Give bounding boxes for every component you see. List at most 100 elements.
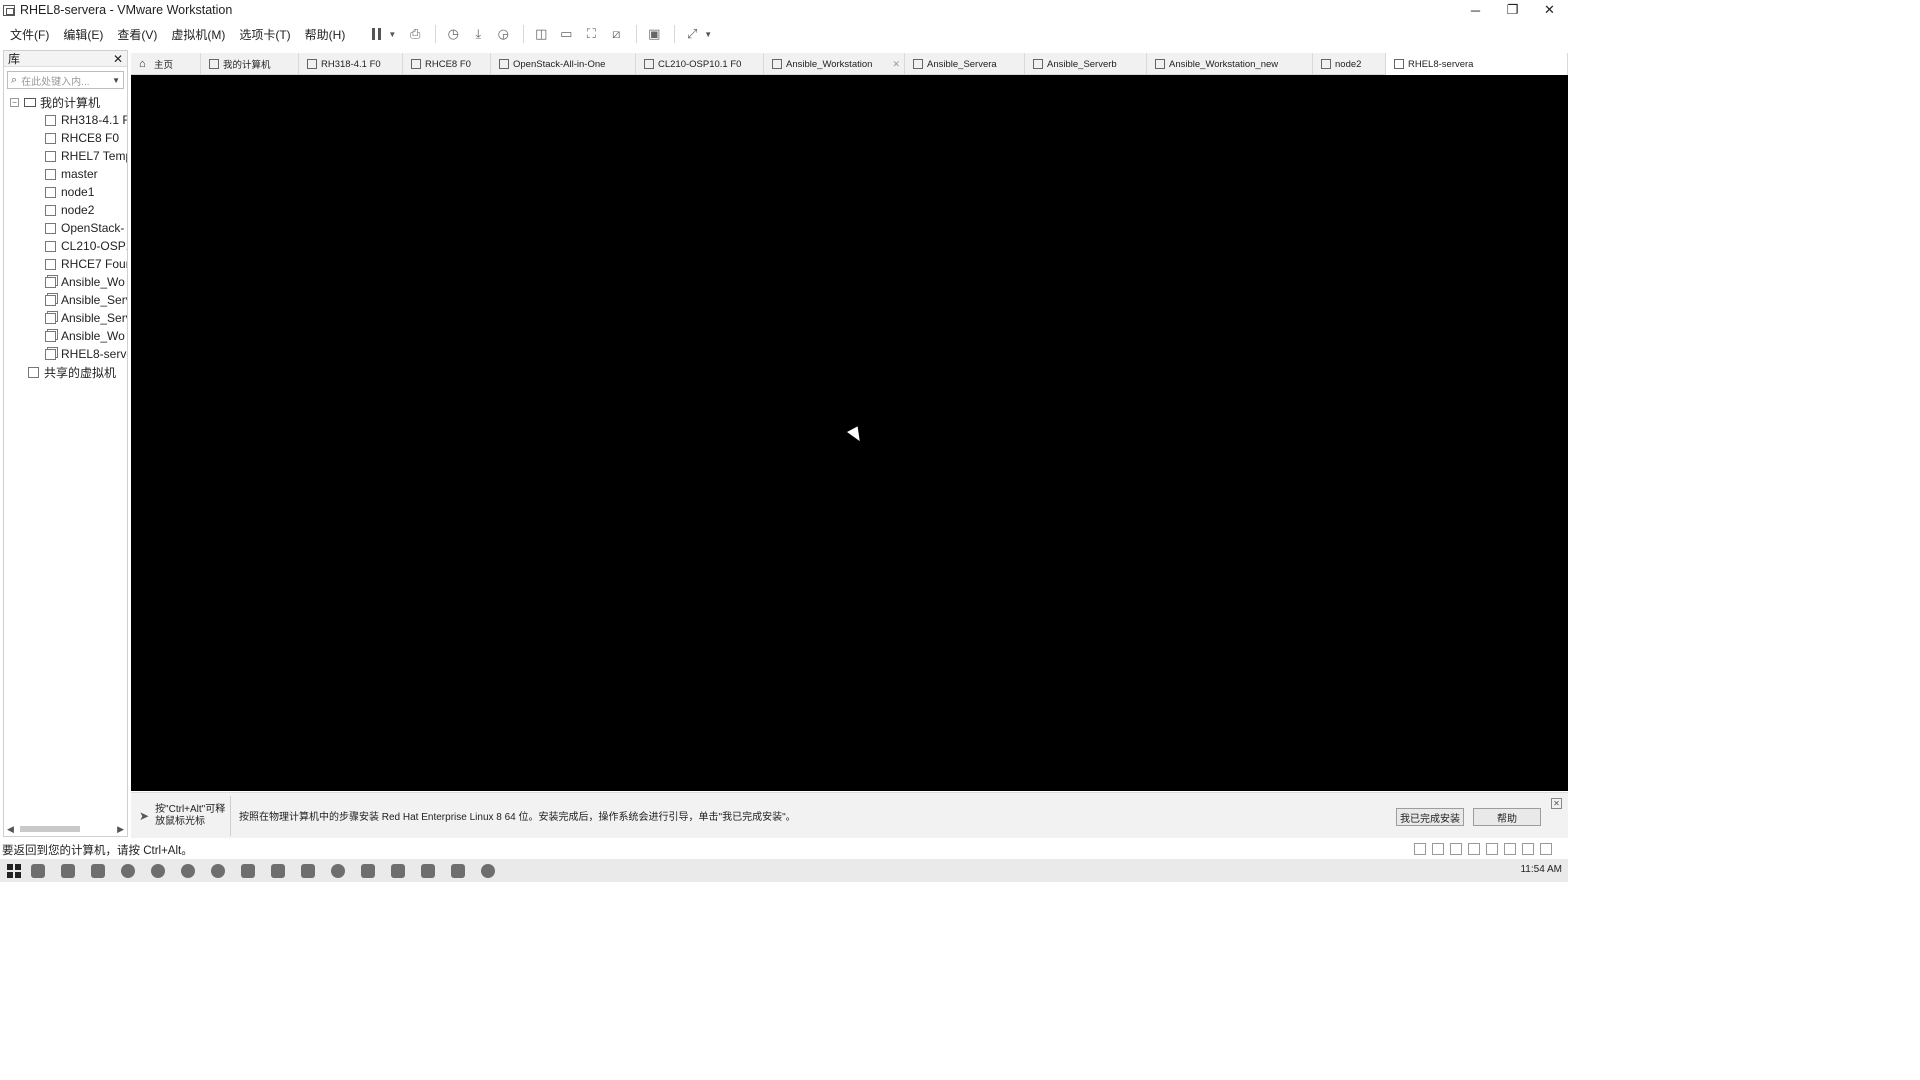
tree-item[interactable]: OpenStack- (4, 219, 127, 237)
status-text: 要返回到您的计算机，请按 Ctrl+Alt。 (2, 845, 193, 857)
tab-openstack[interactable]: OpenStack-All-in-One (491, 53, 636, 75)
windows-taskbar: 11:54 AM (0, 859, 1568, 882)
dismiss-icon[interactable]: ✕ (1551, 798, 1562, 809)
tree-item[interactable]: Ansible_Serv (4, 291, 127, 309)
library-scrollbar[interactable]: ◀ ▶ (4, 822, 127, 836)
tree-item[interactable]: Ansible_Wo (4, 327, 127, 345)
unity-icon[interactable]: ⧄ (605, 24, 627, 44)
vm-icon (45, 348, 56, 360)
edge-icon[interactable] (151, 863, 165, 878)
show-library-icon[interactable]: ◫ (530, 24, 552, 44)
scroll-left-icon[interactable]: ◀ (7, 824, 14, 835)
tree-item-label: RH318-4.1 F0 (61, 113, 127, 127)
collapse-icon[interactable]: − (10, 97, 19, 107)
app-icon[interactable] (361, 863, 375, 878)
tree-item-label: RHCE8 F0 (61, 131, 120, 145)
tab-ansible-servera[interactable]: Ansible_Servera (905, 53, 1025, 75)
tree-item[interactable]: RHEL7 Temp (4, 147, 127, 165)
menu-help[interactable]: 帮助(H) (305, 26, 346, 43)
photos-icon[interactable] (421, 863, 435, 878)
stretch-dropdown-icon[interactable]: ▼ (704, 30, 712, 39)
tab-ansible-workstation[interactable]: Ansible_Workstation ✕ (764, 53, 905, 75)
app-icon[interactable] (301, 863, 315, 878)
taskbar-clock[interactable]: 11:54 AM (1520, 864, 1562, 875)
sound-icon[interactable] (1486, 843, 1498, 855)
menu-file[interactable]: 文件(F) (10, 26, 49, 43)
tree-item[interactable]: RHCE7 Four (4, 255, 127, 273)
chevron-down-icon[interactable]: ▼ (112, 76, 120, 85)
browser-icon[interactable] (121, 863, 135, 878)
snapshot-manager-icon[interactable]: ◶ (492, 24, 514, 44)
tab-cl210[interactable]: CL210-OSP10.1 F0 (636, 53, 764, 75)
library-close-icon[interactable]: ✕ (113, 52, 123, 66)
tab-rhel8-servera[interactable]: RHEL8-servera (1386, 53, 1568, 75)
stretch-icon[interactable]: ⤢ (681, 24, 703, 44)
store-icon[interactable] (91, 863, 105, 878)
menu-tabs[interactable]: 选项卡(T) (239, 26, 290, 43)
app-icon[interactable] (481, 863, 495, 878)
tree-item[interactable]: RH318-4.1 F0 (4, 111, 127, 129)
tree-item[interactable]: CL210-OSP1 (4, 237, 127, 255)
tree-shared-vms[interactable]: 共享的虚拟机 (4, 363, 127, 381)
app-icon[interactable] (331, 863, 345, 878)
snapshot-icon[interactable]: ◷ (442, 24, 464, 44)
library-panel: 库 ✕ ⌕ 在此处键入内... ▼ − 我的计算机 RH318-4.1 F0 R… (3, 50, 128, 837)
minimize-button[interactable]: ─ (1457, 0, 1494, 20)
app-icon[interactable] (391, 863, 405, 878)
tab-label: RHCE8 F0 (425, 58, 471, 70)
hard-disk-icon[interactable] (1414, 843, 1426, 855)
file-explorer-icon[interactable] (61, 863, 75, 878)
scrollbar-thumb[interactable] (20, 826, 80, 832)
tab-ansible-workstation-new[interactable]: Ansible_Workstation_new (1147, 53, 1313, 75)
network-adapter-icon[interactable] (1450, 843, 1462, 855)
app-icon[interactable] (211, 863, 225, 878)
tab-my-computer[interactable]: 我的计算机 (201, 53, 299, 75)
full-screen-icon[interactable]: ⛶ (580, 24, 602, 44)
restore-button[interactable]: ❐ (1494, 0, 1531, 20)
tree-item[interactable]: node1 (4, 183, 127, 201)
tab-ansible-serverb[interactable]: Ansible_Serverb (1025, 53, 1147, 75)
task-view-icon[interactable] (31, 863, 45, 878)
tree-item[interactable]: RHCE8 F0 (4, 129, 127, 147)
menu-edit[interactable]: 编辑(E) (63, 26, 103, 43)
tab-rhce8[interactable]: RHCE8 F0 (403, 53, 491, 75)
tab-rh318[interactable]: RH318-4.1 F0 (299, 53, 403, 75)
send-ctrl-alt-del-icon[interactable]: ⎙ (404, 24, 426, 44)
tree-item[interactable]: node2 (4, 201, 127, 219)
display-icon[interactable] (1522, 843, 1534, 855)
app-icon[interactable] (451, 863, 465, 878)
scroll-right-icon[interactable]: ▶ (117, 824, 124, 835)
tree-root-my-computer[interactable]: − 我的计算机 (4, 93, 127, 111)
show-thumbnail-icon[interactable]: ▭ (555, 24, 577, 44)
tree-item[interactable]: Ansible_Serv (4, 309, 127, 327)
console-icon[interactable]: ▣ (643, 24, 665, 44)
app-icon[interactable] (241, 863, 255, 878)
library-tree: − 我的计算机 RH318-4.1 F0 RHCE8 F0 RHEL7 Temp… (4, 93, 127, 381)
usb-icon[interactable] (1468, 843, 1480, 855)
printer-icon[interactable] (1504, 843, 1516, 855)
help-button[interactable]: 帮助 (1473, 808, 1541, 826)
dropdown-icon[interactable]: ▼ (388, 30, 396, 39)
tree-item[interactable]: Ansible_Wo (4, 273, 127, 291)
pause-icon[interactable] (365, 24, 387, 44)
vmware-app-icon (3, 4, 15, 16)
cd-dvd-icon[interactable] (1432, 843, 1444, 855)
tab-close-icon[interactable]: ✕ (892, 59, 900, 70)
menu-vm[interactable]: 虚拟机(M) (171, 26, 225, 43)
tab-home[interactable]: ⌂ 主页 (131, 53, 201, 75)
chat-icon[interactable] (181, 863, 195, 878)
tree-item-label: RHCE7 Four (61, 257, 127, 271)
message-log-icon[interactable] (1540, 843, 1552, 855)
tab-label: Ansible_Workstation_new (1169, 58, 1279, 70)
windows-start-icon[interactable] (7, 863, 21, 878)
tree-item[interactable]: RHEL8-serve (4, 345, 127, 363)
tab-node2[interactable]: node2 (1313, 53, 1386, 75)
close-button[interactable]: ✕ (1531, 0, 1568, 20)
tree-item[interactable]: master (4, 165, 127, 183)
menu-view[interactable]: 查看(V) (117, 26, 157, 43)
revert-snapshot-icon[interactable]: ⤓ (467, 24, 489, 44)
tab-label: CL210-OSP10.1 F0 (658, 58, 742, 70)
finished-installing-button[interactable]: 我已完成安装 (1396, 808, 1464, 826)
library-search-input[interactable]: ⌕ 在此处键入内... ▼ (7, 71, 124, 89)
vmware-taskbar-icon[interactable] (271, 863, 285, 878)
